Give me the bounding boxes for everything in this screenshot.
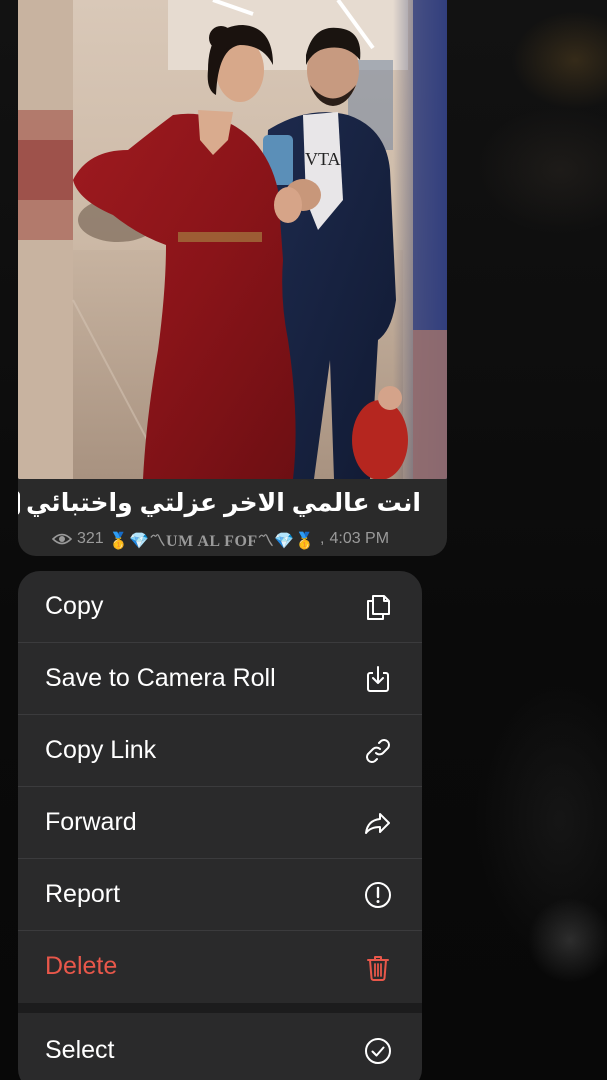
menu-item-label: Delete — [45, 952, 118, 980]
trash-icon — [362, 951, 394, 983]
menu-item-select[interactable]: Select — [18, 1015, 422, 1080]
message-caption: انت عالمي الاخر عزلتي واختبائي ? — [18, 488, 421, 518]
checkmark-circle-icon — [362, 1035, 394, 1067]
question-box-icon: ? — [18, 491, 21, 515]
menu-item-forward[interactable]: Forward — [18, 787, 422, 858]
caption-text: انت عالمي الاخر عزلتي واختبائي — [26, 489, 421, 517]
message-meta: 321 🥇💎〽UM AL FOF〽💎🥇 , 4:03 PM — [52, 527, 389, 551]
views-eye-icon — [52, 533, 72, 545]
copy-icon — [362, 591, 394, 623]
separator-comma: , — [320, 530, 325, 547]
screen: VTA انت عالمي الاخر عزلتي واختبائي 321 🥇… — [0, 0, 607, 1080]
context-menu: Copy Save to Camera Roll Copy Link Forwa… — [18, 571, 422, 1080]
menu-item-label: Copy — [45, 592, 104, 620]
menu-item-label: Select — [45, 1036, 115, 1064]
svg-text:VTA: VTA — [305, 149, 341, 169]
menu-item-save-to-camera-roll[interactable]: Save to Camera Roll — [18, 643, 422, 714]
menu-item-copy[interactable]: Copy — [18, 571, 422, 642]
message-time: 4:03 PM — [329, 530, 390, 547]
menu-section-gap — [18, 1003, 422, 1013]
link-icon — [362, 735, 394, 767]
menu-item-label: Copy Link — [45, 736, 157, 764]
menu-item-label: Save to Camera Roll — [45, 664, 276, 692]
menu-item-delete[interactable]: Delete — [18, 931, 422, 1002]
menu-item-copy-link[interactable]: Copy Link — [18, 715, 422, 786]
download-icon — [362, 663, 394, 695]
menu-item-label: Report — [45, 880, 121, 908]
author-signature: 🥇💎〽UM AL FOF〽💎🥇 — [108, 533, 316, 550]
report-icon — [362, 879, 394, 911]
message-bubble[interactable]: VTA انت عالمي الاخر عزلتي واختبائي 321 🥇… — [18, 0, 447, 556]
forward-icon — [362, 807, 394, 839]
photo-image: VTA — [18, 0, 447, 479]
menu-item-label: Forward — [45, 808, 137, 836]
menu-item-report[interactable]: Report — [18, 859, 422, 930]
views-count: 321 — [77, 530, 104, 547]
message-photo[interactable]: VTA — [18, 0, 447, 479]
